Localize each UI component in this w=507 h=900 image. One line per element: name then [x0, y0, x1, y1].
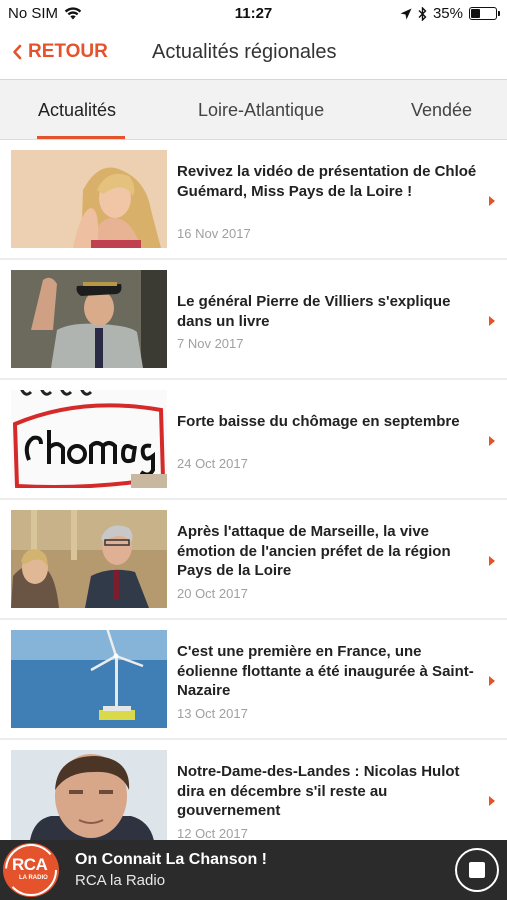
chevron-left-icon [13, 44, 22, 60]
navigation-bar: RETOUR Actualités régionales [0, 28, 507, 80]
article-title: Après l'attaque de Marseille, la vive ém… [177, 523, 451, 579]
station-logo: RCA LA RADIO [3, 843, 59, 897]
article-title: Notre-Dame-des-Landes : Nicolas Hulot di… [177, 763, 460, 819]
active-tab-indicator [37, 136, 125, 139]
location-arrow-icon [400, 8, 412, 19]
battery-percent: 35% [432, 5, 463, 22]
article-title: Forte baisse du chômage en septembre [177, 413, 460, 430]
stop-icon [469, 862, 485, 878]
article-thumbnail [11, 270, 167, 368]
article-title: C'est une première en France, une éolien… [177, 643, 474, 699]
article-thumbnail [11, 510, 167, 608]
bluetooth-icon [418, 6, 427, 21]
tab-vendee[interactable]: Vendée [411, 100, 472, 121]
stop-button[interactable] [455, 848, 499, 892]
article-date: 13 Oct 2017 [177, 706, 248, 721]
article-date: 7 Nov 2017 [177, 336, 244, 351]
article-list[interactable]: Revivez la vidéo de présentation de Chlo… [0, 140, 507, 840]
status-right: 35% [400, 5, 500, 22]
chevron-right-icon [489, 436, 495, 446]
article-thumbnail [11, 390, 167, 488]
article-item[interactable]: Après l'attaque de Marseille, la vive ém… [0, 500, 507, 618]
article-date: 12 Oct 2017 [177, 826, 248, 840]
chevron-right-icon [489, 316, 495, 326]
tab-actualites[interactable]: Actualités [38, 100, 116, 121]
article-date: 24 Oct 2017 [177, 456, 248, 471]
now-playing-bar[interactable]: RCA LA RADIO On Connait La Chanson ! RCA… [0, 840, 507, 900]
article-date: 16 Nov 2017 [177, 226, 251, 241]
tab-bar: Actualités Loire-Atlantique Vendée [0, 80, 507, 140]
status-bar: No SIM 11:27 35% [0, 0, 507, 28]
article-title: Le général Pierre de Villiers s'explique… [177, 293, 451, 330]
article-item[interactable]: Forte baisse du chômage en septembre 24 … [0, 380, 507, 498]
now-playing-title: On Connait La Chanson ! [75, 851, 267, 868]
back-button[interactable]: RETOUR [12, 41, 108, 63]
article-item[interactable]: C'est une première en France, une éolien… [0, 620, 507, 738]
battery-icon [469, 7, 500, 20]
logo-subtext: LA RADIO [19, 875, 48, 881]
article-thumbnail [11, 750, 167, 840]
page-title: Actualités régionales [152, 41, 337, 63]
logo-text: RCA [12, 855, 48, 874]
chevron-right-icon [489, 556, 495, 566]
battery-level [471, 9, 481, 18]
article-item[interactable]: Revivez la vidéo de présentation de Chlo… [0, 140, 507, 258]
station-name: RCA la Radio [75, 872, 166, 889]
article-item[interactable]: Le général Pierre de Villiers s'explique… [0, 260, 507, 378]
chevron-right-icon [489, 196, 495, 206]
back-label: RETOUR [28, 41, 108, 62]
tab-loire-atlantique[interactable]: Loire-Atlantique [198, 100, 324, 121]
article-item[interactable]: Notre-Dame-des-Landes : Nicolas Hulot di… [0, 740, 507, 840]
article-thumbnail [11, 150, 167, 248]
chevron-right-icon [489, 676, 495, 686]
article-thumbnail [11, 630, 167, 728]
article-title: Revivez la vidéo de présentation de Chlo… [177, 163, 477, 200]
chevron-right-icon [489, 796, 495, 806]
article-date: 20 Oct 2017 [177, 586, 248, 601]
